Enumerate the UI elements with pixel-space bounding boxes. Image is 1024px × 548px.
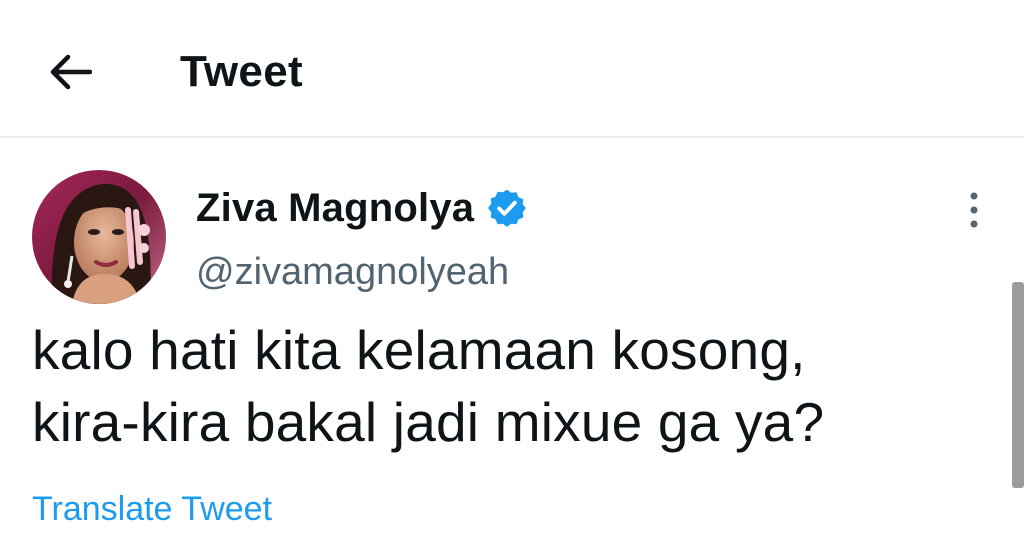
author-display-name[interactable]: Ziva Magnolya (196, 186, 474, 231)
header-bar: Tweet (0, 0, 1024, 138)
arrow-left-icon (50, 54, 92, 90)
more-vertical-icon (970, 192, 978, 228)
tweet-detail-page: Tweet Ziva Magnolya @zivamagnolyeah kalo… (0, 0, 1024, 548)
back-button[interactable] (44, 48, 96, 96)
more-options-button[interactable] (954, 186, 994, 234)
author-handle[interactable]: @zivamagnolyeah (196, 246, 509, 298)
scrollbar-thumb[interactable] (1012, 282, 1024, 488)
author-name-row: Ziva Magnolya (196, 182, 528, 234)
page-title: Tweet (180, 47, 303, 96)
tweet-text-line: kalo hati kita kelamaan kosong, (32, 319, 806, 381)
translate-tweet-link[interactable]: Translate Tweet (32, 486, 272, 532)
tweet-text: kalo hati kita kelamaan kosong, kira-kir… (32, 314, 992, 458)
tweet-text-line: kira-kira bakal jadi mixue ga ya? (32, 391, 825, 453)
avatar-image (32, 170, 166, 304)
avatar[interactable] (32, 170, 166, 304)
verified-badge-icon (488, 189, 527, 227)
